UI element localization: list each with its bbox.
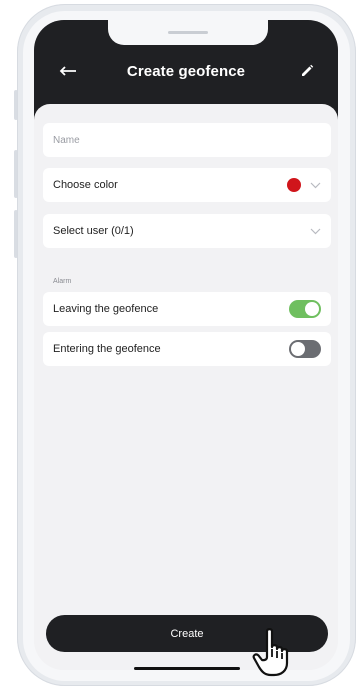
- select-user-row[interactable]: Select user (0/1): [43, 214, 331, 248]
- arrow-left-icon: [59, 66, 76, 76]
- select-user-label: Select user (0/1): [53, 225, 134, 237]
- chevron-down-icon: [309, 225, 321, 237]
- alarm-row-entering: Entering the geofence: [43, 332, 331, 366]
- alarm-row-leaving: Leaving the geofence: [43, 292, 331, 326]
- phone-screen: Create geofence Choose color Select user…: [34, 20, 338, 670]
- speaker-grille: [168, 31, 208, 34]
- page-title: Create geofence: [126, 63, 246, 80]
- alarm-label-leaving: Leaving the geofence: [53, 303, 159, 315]
- choose-color-label: Choose color: [53, 179, 118, 191]
- alarm-label-entering: Entering the geofence: [53, 343, 161, 355]
- create-button[interactable]: Create: [46, 615, 328, 652]
- chevron-down-icon: [309, 179, 321, 191]
- name-input[interactable]: [43, 123, 331, 157]
- selected-color-swatch: [287, 178, 301, 192]
- alarm-section-label: Alarm: [53, 278, 72, 285]
- back-button[interactable]: [54, 60, 82, 82]
- stage: Create geofence Choose color Select user…: [0, 0, 357, 686]
- toggle-knob: [291, 342, 305, 356]
- edit-button[interactable]: [294, 60, 320, 82]
- leaving-toggle[interactable]: [289, 300, 321, 318]
- toggle-knob: [305, 302, 319, 316]
- form-content: Choose color Select user (0/1) Alarm Lea…: [34, 104, 338, 670]
- pencil-icon: [302, 64, 314, 76]
- home-indicator: [134, 667, 240, 670]
- entering-toggle[interactable]: [289, 340, 321, 358]
- choose-color-row[interactable]: Choose color: [43, 168, 331, 202]
